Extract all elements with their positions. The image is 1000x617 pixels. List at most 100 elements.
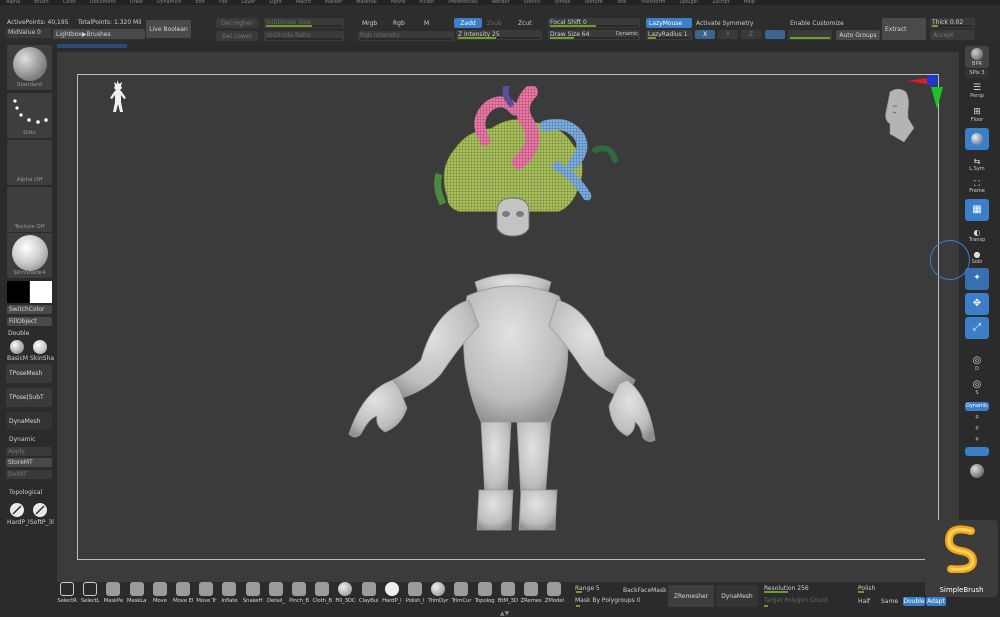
range-slider[interactable]	[574, 589, 618, 593]
del-mt-button[interactable]: DelMT	[6, 470, 52, 479]
brush-shelf-item[interactable]: TrimDyr	[428, 582, 448, 608]
scale-button[interactable]: ⤢	[965, 317, 989, 339]
brush-shelf-item[interactable]: ClayBui	[359, 582, 379, 608]
zadd-button[interactable]: Zadd	[454, 18, 482, 28]
customize-slider[interactable]	[788, 30, 832, 40]
brush-standard-tile[interactable]: Standard	[7, 45, 52, 90]
apply-button[interactable]: Apply	[6, 447, 52, 456]
polyf-button[interactable]: ▦	[965, 199, 989, 221]
gizmo-q2-button[interactable]: ϙ	[965, 424, 989, 433]
back-face-mask-button[interactable]: BackFaceMask	[623, 587, 667, 594]
sym-y-button[interactable]: Y	[718, 30, 738, 39]
brush-shelf-item[interactable]: HardP_l	[382, 582, 402, 608]
character-model[interactable]	[345, 86, 665, 536]
alpha-off-tile[interactable]: Alpha Off	[7, 140, 52, 185]
brush-shelf-item[interactable]: MaskPe	[103, 582, 123, 608]
target-polygon-slider[interactable]	[762, 603, 852, 607]
mid-value-slider[interactable]: MidValue 0	[6, 28, 51, 38]
brush-shelf-item[interactable]: Move El	[173, 582, 193, 608]
floor-button[interactable]: ⊞ Floor	[965, 102, 989, 124]
dynamesh-button[interactable]: DynaMesh	[6, 412, 52, 430]
move-button[interactable]: ✥	[965, 293, 989, 315]
basic-material-icon[interactable]	[10, 340, 24, 354]
switch-color-button[interactable]: SwitchColor	[7, 305, 52, 314]
fill-object-button[interactable]: FillObject	[7, 317, 52, 326]
sym-r-button[interactable]	[765, 30, 785, 39]
brush-shelf-item[interactable]: Fill_3DC	[335, 582, 356, 608]
persp-button[interactable]: ☰ Persp	[965, 80, 989, 100]
double-bottom-button[interactable]: Double	[903, 597, 925, 606]
stroke-dots-tile[interactable]: Dots	[7, 93, 52, 138]
sphere-toggle-button[interactable]	[965, 460, 989, 482]
undivide-ratio-slider[interactable]: UnDivide Ratio	[264, 31, 344, 41]
rgb-button[interactable]: Rgb	[393, 20, 405, 27]
dynamic-d-button[interactable]: ◎ D	[965, 354, 989, 374]
auto-groups-button[interactable]: Auto Groups	[836, 30, 880, 40]
mask-by-polygroups-slider[interactable]	[574, 603, 664, 607]
brush-shelf-item[interactable]: SnakeH	[243, 582, 263, 608]
focal-shift-slider[interactable]: Focal Shift 0	[548, 18, 640, 28]
del-higher-button[interactable]: Del Higher	[216, 18, 258, 28]
enable-customize-button[interactable]: Enable Customize	[790, 20, 844, 27]
lazy-mouse-button[interactable]: LazyMouse	[646, 18, 692, 28]
brush-shelf-item[interactable]: Pinch_B	[289, 582, 309, 608]
subdivide-size-slider[interactable]: SubDivide Size	[264, 18, 344, 28]
bpr-button[interactable]: BPR	[965, 46, 989, 68]
zremesher-button[interactable]: ZRemesher	[668, 585, 714, 607]
secondary-color-swatch[interactable]	[7, 281, 29, 303]
zsub-button[interactable]: Zsub	[487, 20, 502, 27]
store-mt-button[interactable]: StoreMT	[6, 458, 52, 467]
brush-shelf-item[interactable]: ZRemes	[520, 582, 542, 608]
brush-shelf-item[interactable]: SelectL	[80, 582, 100, 608]
brush-shelf-item[interactable]: MaskLa	[127, 582, 147, 608]
brush-shelf-item[interactable]: Topolog	[475, 582, 495, 608]
dynamesh-bottom-button[interactable]: DynaMesh	[716, 585, 758, 607]
draw-size-slider[interactable]: Draw Size 64 Dynamic	[548, 30, 640, 40]
local-button[interactable]	[965, 128, 989, 150]
polish-slider[interactable]	[856, 589, 922, 593]
resolution-slider[interactable]	[762, 589, 852, 593]
same-button[interactable]: Same	[881, 598, 898, 605]
zcut-button[interactable]: Zcut	[518, 20, 532, 27]
skin-shade-material-icon[interactable]	[33, 340, 47, 354]
extract-button[interactable]: Extract	[882, 18, 926, 40]
brush-shelf-item[interactable]: BtM_3D	[498, 582, 518, 608]
brush-shelf-item[interactable]: Move Tr	[196, 582, 216, 608]
gizmo-q-button[interactable]: ϙ	[965, 413, 989, 422]
navigation-head-icon[interactable]	[880, 86, 916, 146]
home-figure-icon[interactable]	[104, 79, 130, 115]
adapt-button[interactable]: Adapt	[926, 597, 946, 606]
brush-shelf-item[interactable]: SelectR	[57, 582, 77, 608]
mrgb-button[interactable]: Mrgb	[362, 20, 377, 27]
del-lower-button[interactable]: Del Lower	[216, 31, 258, 41]
brush-shelf-item[interactable]: Cloth_B	[312, 582, 332, 608]
rgb-intensity-slider[interactable]: Rgb Intensity	[358, 31, 454, 41]
brush-shelf-item[interactable]: TrimCur	[451, 582, 472, 608]
lazy-radius-slider[interactable]: LazyRadius 1	[646, 30, 692, 40]
material-tile[interactable]: SkinShade4	[7, 233, 52, 278]
activate-symmetry-button[interactable]: Activate Symmetry	[696, 20, 754, 27]
brush-shelf-item[interactable]: Polish_l	[405, 582, 425, 608]
spix-slider[interactable]: SPix 3	[965, 69, 989, 78]
sym-z-button[interactable]: Z	[741, 30, 761, 39]
transp-button[interactable]: ◐ Transp	[965, 224, 989, 244]
brush-shelf-item[interactable]: Move	[150, 582, 170, 608]
hardp-brush-icon[interactable]	[10, 503, 24, 517]
gizmo-toggle-button[interactable]	[965, 447, 989, 456]
texture-off-tile[interactable]: Texture Off	[7, 187, 52, 232]
m-button[interactable]: M	[424, 20, 429, 27]
brush-shelf-item[interactable]: ZModel	[544, 582, 564, 608]
lsym-button[interactable]: ⇆ L.Sym	[965, 153, 989, 173]
tpose-mesh-button[interactable]: TPoseMesh	[6, 364, 52, 383]
thick-slider[interactable]: Thick 0.02	[930, 18, 975, 28]
brush-shelf-item[interactable]: Inflate	[219, 582, 239, 608]
xpose-button[interactable]: ✦	[965, 268, 989, 290]
bottom-scroll-arrows-icon[interactable]: ▲▼	[500, 610, 509, 617]
half-button[interactable]: Half	[858, 598, 870, 605]
dynamic-toggle-button[interactable]: Dynamic	[965, 402, 989, 411]
z-intensity-slider[interactable]: Z Intensity 25	[456, 30, 542, 40]
gizmo-q3-button[interactable]: ϙ	[965, 435, 989, 444]
brush-shelf-item[interactable]: Detail_	[266, 582, 286, 608]
accept-button[interactable]: Accept	[930, 30, 975, 40]
softp-brush-icon[interactable]	[33, 503, 47, 517]
